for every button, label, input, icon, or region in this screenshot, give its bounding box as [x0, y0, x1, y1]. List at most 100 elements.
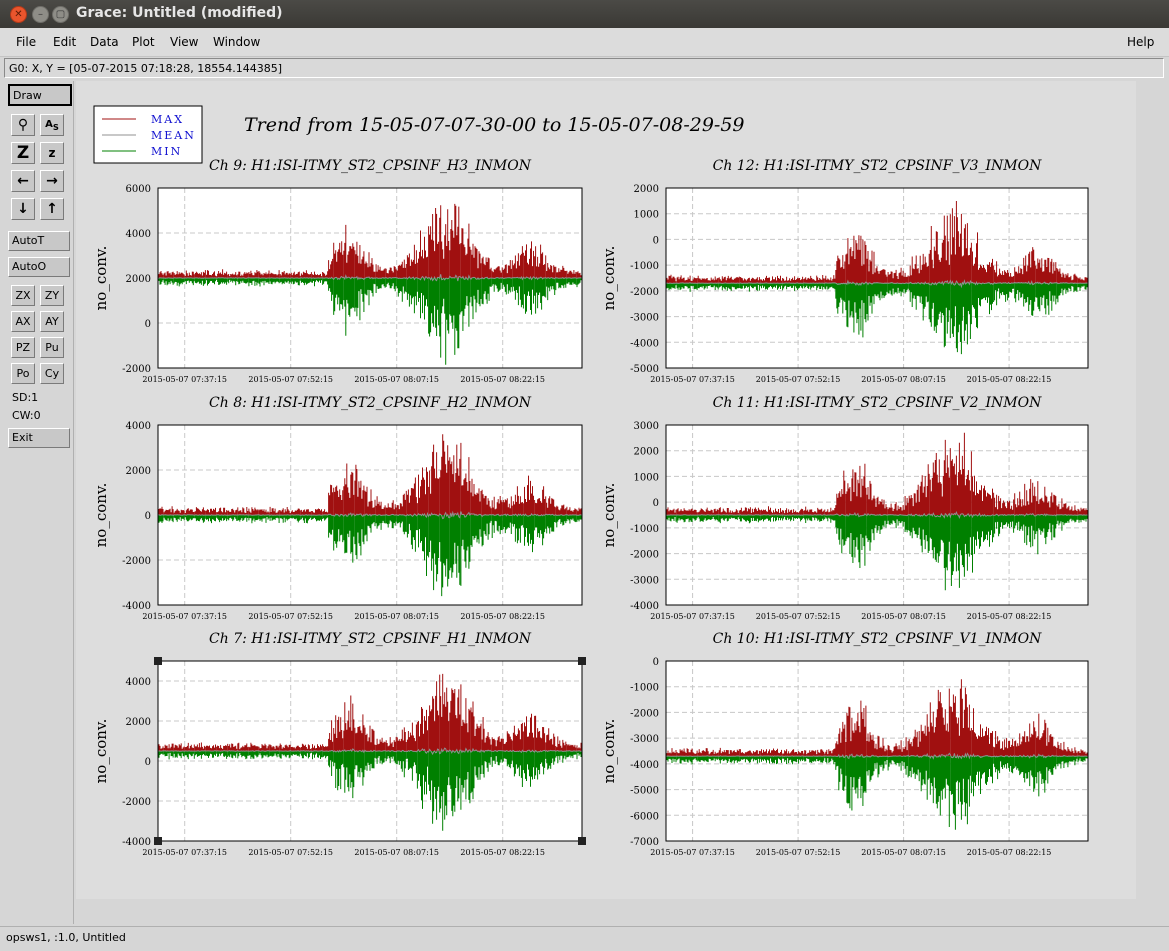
ay-button[interactable]: AY: [40, 311, 64, 332]
y-tick-label: -4000: [630, 601, 659, 612]
chart-title: Trend from 15-05-07-07-30-00 to 15-05-07…: [244, 114, 745, 136]
y-tick-label: -2000: [122, 797, 151, 808]
minimize-window-button[interactable]: –: [32, 6, 49, 23]
chart-panel-4: 3000200010000-1000-2000-3000-40002015-05…: [600, 395, 1089, 621]
x-tick-label: 2015-05-07 08:07:15: [354, 375, 439, 384]
y-tick-label: -5000: [630, 786, 659, 797]
scroll-down-button[interactable]: ↓: [11, 198, 35, 220]
pu-button[interactable]: Pu: [40, 337, 64, 358]
ax-button[interactable]: AX: [11, 311, 35, 332]
menu-view[interactable]: View: [170, 35, 198, 49]
menu-help[interactable]: Help: [1127, 35, 1154, 49]
chart-panel-5: 4000 2000 0 -2000 -40002015-05-07 07:37:15 20…: [92, 631, 586, 857]
panel-title: Ch 8: H1:ISI-ITMY_ST2_CPSINF_H2_INMON: [209, 395, 532, 411]
menu-window[interactable]: Window: [213, 35, 260, 49]
scroll-right-button[interactable]: →: [40, 170, 64, 192]
arrow-up-icon: ↑: [46, 201, 58, 217]
y-tick-label: -1000: [630, 524, 659, 535]
exit-button[interactable]: Exit: [8, 428, 70, 448]
zx-button[interactable]: ZX: [11, 285, 35, 306]
panel-title: Ch 9: H1:ISI-ITMY_ST2_CPSINF_H3_INMON: [209, 158, 532, 174]
status-bar: opsws1, :1.0, Untitled: [0, 926, 1169, 949]
close-window-button[interactable]: ✕: [10, 6, 27, 23]
title-bar: ✕ – ▢ Grace: Untitled (modified): [0, 0, 1169, 28]
y-tick-label: -4000: [630, 760, 659, 771]
x-tick-label: 2015-05-07 07:52:15: [756, 375, 841, 384]
legend-label-mean: MEAN: [151, 129, 196, 142]
small-z-icon: z: [48, 146, 56, 160]
autot-button[interactable]: AutoT: [8, 231, 70, 251]
x-tick-label: 2015-05-07 07:37:15: [650, 848, 735, 857]
status-text: opsws1, :1.0, Untitled: [6, 931, 126, 944]
y-tick-label: -3000: [630, 313, 659, 324]
chart-panel-2: 200010000-1000-2000-3000-4000-50002015-0…: [600, 158, 1089, 384]
y-tick-label: 0: [653, 235, 659, 246]
po-button[interactable]: Po: [11, 363, 35, 384]
menu-plot[interactable]: Plot: [132, 35, 155, 49]
chart-panel-6: 0-1000-2000-3000-4000-5000-6000-70002015…: [600, 631, 1089, 857]
y-tick-label: 0: [653, 657, 659, 668]
x-tick-label: 2015-05-07 08:22:15: [460, 612, 545, 621]
y-axis-label: no_conv.: [92, 483, 110, 548]
big-z-icon: Z: [16, 143, 30, 163]
y-tick-label: -2000: [630, 708, 659, 719]
y-tick-label: 4000: [126, 229, 151, 240]
scroll-up-button[interactable]: ↑: [40, 198, 64, 220]
y-tick-label: -1000: [630, 261, 659, 272]
selection-handle[interactable]: [578, 657, 586, 665]
chart-panels: 6000400020000-20002015-05-07 07:37:15 201…: [92, 158, 1089, 857]
x-tick-label: 2015-05-07 08:22:15: [460, 848, 545, 857]
y-tick-label: 4000: [126, 677, 151, 688]
draw-button[interactable]: Draw: [8, 84, 72, 106]
cy-button[interactable]: Cy: [40, 363, 64, 384]
selection-handle[interactable]: [154, 657, 162, 665]
legend-box: MAX MEAN MIN: [93, 105, 203, 164]
window-title: Grace: Untitled (modified): [76, 5, 283, 21]
y-axis-label: no_conv.: [92, 246, 110, 311]
maximize-window-button[interactable]: ▢: [52, 6, 69, 23]
x-tick-label: 2015-05-07 07:52:15: [248, 612, 333, 621]
y-tick-label: -3000: [630, 734, 659, 745]
y-tick-label: 3000: [634, 421, 659, 432]
menu-data[interactable]: Data: [90, 35, 119, 49]
menu-edit[interactable]: Edit: [53, 35, 76, 49]
zoom-in-button[interactable]: Z: [11, 142, 35, 164]
current-world-label: CW:0: [12, 409, 41, 422]
panel-title: Ch 10: H1:ISI-ITMY_ST2_CPSINF_V1_INMON: [713, 631, 1042, 647]
x-tick-label: 2015-05-07 07:52:15: [756, 848, 841, 857]
arrow-down-icon: ↓: [17, 201, 29, 217]
x-tick-label: 2015-05-07 08:07:15: [354, 612, 439, 621]
chart-panel-1: 6000 4000 2000 0 -20002015-05-07 07:37:15 201…: [92, 158, 583, 384]
y-tick-label: 2000: [634, 447, 659, 458]
y-axis-label: no_conv.: [600, 246, 618, 311]
y-tick-label: -2000: [122, 364, 151, 375]
x-tick-label: 2015-05-07 07:52:15: [248, 848, 333, 857]
y-tick-label: 0: [145, 757, 151, 768]
selection-handle[interactable]: [578, 837, 586, 845]
x-tick-label: 2015-05-07 07:37:15: [142, 375, 227, 384]
scroll-left-button[interactable]: ←: [11, 170, 35, 192]
plot-canvas[interactable]: MAX MEAN MIN Trend from 15-05-07-07-30-0…: [76, 81, 1136, 899]
y-tick-label: 1000: [634, 210, 659, 221]
pz-button[interactable]: PZ: [11, 337, 35, 358]
arrow-left-icon: ←: [17, 173, 29, 189]
zy-button[interactable]: ZY: [40, 285, 64, 306]
x-tick-label: 2015-05-07 08:07:15: [354, 848, 439, 857]
x-tick-label: 2015-05-07 08:22:15: [967, 612, 1052, 621]
autoo-button[interactable]: AutoO: [8, 257, 70, 277]
menu-file[interactable]: File: [16, 35, 36, 49]
locator-bar: G0: X, Y = [05-07-2015 07:18:28, 18554.1…: [4, 58, 1164, 78]
y-tick-label: -5000: [630, 364, 659, 375]
panel-title: Ch 12: H1:ISI-ITMY_ST2_CPSINF_V3_INMON: [713, 158, 1042, 174]
zoom-out-button[interactable]: z: [40, 142, 64, 164]
x-tick-label: 2015-05-07 08:07:15: [861, 612, 946, 621]
text-button[interactable]: AS: [40, 114, 64, 136]
selection-handle[interactable]: [154, 837, 162, 845]
zoom-button[interactable]: ⚲: [11, 114, 35, 136]
x-tick-label: 2015-05-07 07:37:15: [142, 848, 227, 857]
x-tick-label: 2015-05-07 07:37:15: [650, 375, 735, 384]
y-tick-label: -3000: [630, 575, 659, 586]
legend-label-min: MIN: [151, 145, 182, 158]
y-tick-label: -4000: [630, 338, 659, 349]
y-tick-label: 2000: [126, 717, 151, 728]
